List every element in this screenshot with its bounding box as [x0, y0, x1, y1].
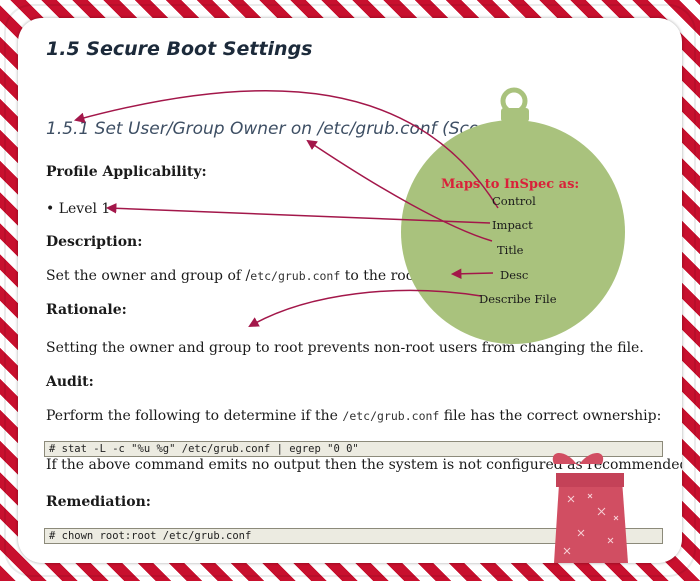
label-title: Title — [497, 243, 524, 257]
arrow-impact — [105, 203, 491, 224]
audit-result-text: If the above command emits no output the… — [46, 457, 682, 473]
ornament-title: Maps to InSpec as: — [441, 177, 579, 192]
description-text: Set the owner and group of /etc/grub.con… — [46, 268, 458, 284]
rationale-heading: Rationale: — [46, 302, 127, 318]
audit-text: Perform the following to determine if th… — [46, 408, 661, 424]
description-code: etc/grub.conf — [250, 269, 341, 283]
description-heading: Description: — [46, 234, 143, 250]
audit-code: /etc/grub.conf — [342, 409, 440, 423]
description-text-part: to the root user. — [340, 268, 459, 284]
label-impact: Impact — [492, 218, 533, 232]
arrow-describe-file — [248, 289, 482, 328]
label-control: Control — [492, 194, 536, 208]
section-title: 1.5 Secure Boot Settings — [46, 38, 313, 60]
label-describe-file: Describe File — [479, 292, 557, 306]
document-page: 1.5 Secure Boot Settings 1.5.1 Set User/… — [18, 18, 682, 563]
bullet: • — [46, 201, 55, 217]
arrow-title — [306, 139, 493, 242]
remediation-heading: Remediation: — [46, 494, 151, 510]
level-label: Level 1 — [58, 201, 111, 217]
label-desc: Desc — [500, 268, 528, 282]
audit-heading: Audit: — [46, 374, 94, 390]
audit-text-part: file has the correct ownership: — [439, 408, 662, 424]
audit-command-box: # stat -L -c "%u %g" /etc/grub.conf | eg… — [44, 441, 663, 457]
remediation-command-box: # chown root:root /etc/grub.conf — [44, 528, 663, 544]
arrow-control — [73, 89, 499, 209]
subsection-title: 1.5.1 Set User/Group Owner on /etc/grub.… — [46, 119, 515, 139]
ornament-overlay: Maps to InSpec as: Control Impact Title … — [73, 87, 628, 563]
description-text-part: Set the owner and group of / — [46, 268, 251, 284]
arrow-desc — [450, 268, 494, 280]
audit-text-part: Perform the following to determine if th… — [46, 408, 343, 424]
profile-level: • Level 1 — [46, 201, 110, 217]
profile-heading: Profile Applicability: — [46, 164, 207, 180]
rationale-text: Setting the owner and group to root prev… — [46, 340, 644, 356]
